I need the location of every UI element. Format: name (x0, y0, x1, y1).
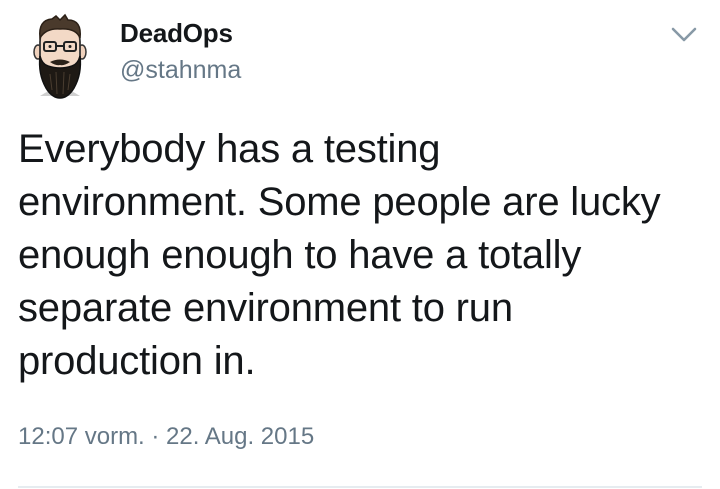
tweet-text-line: separate environment to run (18, 286, 513, 330)
tweet-text-line: production in. (18, 339, 256, 383)
tweet-menu-button[interactable] (668, 22, 700, 46)
author-display-name[interactable]: DeadOps (120, 18, 233, 49)
bearded-man-avatar-icon (33, 13, 87, 99)
tweet-text-line: environment. Some people are lucky (18, 180, 661, 224)
chevron-down-icon (671, 27, 697, 42)
tweet-text: Everybody has a testing environment. Som… (18, 123, 708, 388)
author-handle[interactable]: @stahnma (120, 56, 241, 85)
author-avatar[interactable] (18, 12, 102, 100)
divider (18, 486, 702, 488)
tweet-timestamp[interactable]: 12:07 vorm. · 22. Aug. 2015 (18, 423, 314, 451)
tweet-text-line: Everybody has a testing (18, 127, 441, 171)
tweet-card: DeadOps @stahnma Everybody has a testing… (0, 0, 720, 489)
tweet-text-line: enough enough to have a totally (18, 233, 582, 277)
